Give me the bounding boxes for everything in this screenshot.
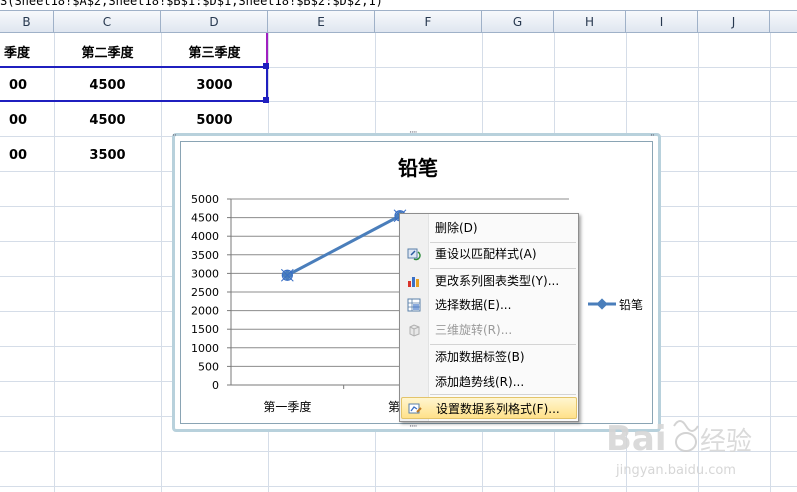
chart-title[interactable]: 铅笔 [398,156,438,180]
column-header-f[interactable]: F [375,11,482,33]
menu-item-format-data-series[interactable]: 设置数据系列格式(F)... [401,397,577,419]
menu-item-label: 添加数据标签(B) [435,350,525,364]
menu-item-change-chart-type[interactable]: 更改系列图表类型(Y)... [401,270,577,292]
menu-separator [430,268,576,269]
legend[interactable]: 铅笔 [588,297,643,312]
3d-rotation-icon [409,324,420,337]
y-tick-label: 5000 [191,193,219,206]
x-tick-label: 第一季度 [263,399,311,414]
series-name-selection [266,33,268,66]
formula-bar[interactable]: S(Sheet18!$A$2,Sheet18!$B$1:$D$1,Sheet18… [0,0,797,11]
column-header-d[interactable]: D [161,11,268,33]
formula-text: S(Sheet18!$A$2,Sheet18!$B$1:$D$1,Sheet18… [0,0,383,8]
cell-d3[interactable]: 5000 [161,113,268,128]
menu-item-delete[interactable]: 删除(D) [401,217,577,239]
menu-separator [430,394,576,395]
reset-style-icon [407,248,421,261]
y-tick-label: 3000 [191,267,219,280]
cell-c2[interactable]: 4500 [54,78,161,93]
selection-handle[interactable] [263,63,269,69]
column-header-c[interactable]: C [54,11,161,33]
context-menu: 删除(D) 重设以匹配样式(A) 更改系列图表类型(Y)... 选择数据(E).… [399,213,579,422]
watermark-url: jingyan.baidu.com [615,463,736,478]
cell-d1[interactable]: 第三季度 [161,42,268,61]
y-tick-label: 4500 [191,212,219,225]
y-tick-label: 500 [198,360,219,373]
menu-item-reset-style[interactable]: 重设以匹配样式(A) [401,243,577,265]
cell-b2[interactable]: 00 [0,78,36,93]
menu-item-add-trendline[interactable]: 添加趋势线(R)... [401,371,577,393]
y-tick-label: 1500 [191,323,219,336]
selection-border-bottom [0,100,266,102]
menu-separator [430,344,576,345]
legend-marker [596,298,608,310]
y-tick-label: 3500 [191,249,219,262]
y-tick-label: 0 [212,379,219,392]
format-series-icon [408,403,422,414]
column-header-k[interactable] [770,11,797,33]
grid-line [0,486,797,487]
watermark-brand-2: 经验 [700,427,752,457]
menu-item-label: 三维旋转(R)... [435,323,513,337]
menu-item-label: 删除(D) [435,221,478,235]
menu-item-label: 添加趋势线(R)... [435,375,525,389]
chart-type-icon [408,277,419,287]
spreadsheet: S(Sheet18!$A$2,Sheet18!$B$1:$D$1,Sheet18… [0,0,797,492]
column-header-i[interactable]: I [626,11,698,33]
series-line [286,214,401,277]
y-tick-label: 2500 [191,286,219,299]
menu-item-label: 选择数据(E)... [435,298,512,312]
cell-b4[interactable]: 00 [0,148,36,163]
menu-item-3d-rotation[interactable]: 三维旋转(R)... [401,319,577,341]
column-header-j[interactable]: J [698,11,770,33]
cell-c4[interactable]: 3500 [54,148,161,163]
menu-item-add-data-labels[interactable]: 添加数据标签(B) [401,346,577,368]
menu-item-label: 设置数据系列格式(F)... [436,402,560,416]
menu-item-select-data[interactable]: 选择数据(E)... [401,294,577,316]
menu-item-label: 更改系列图表类型(Y)... [435,274,560,288]
baidu-watermark: Bai 经验 jingyan.baidu.com [606,419,752,478]
select-data-icon [407,298,421,312]
column-header-h[interactable]: H [554,11,626,33]
y-tick-label: 2000 [191,305,219,318]
column-header-g[interactable]: G [482,11,554,33]
column-header-b[interactable]: B [0,11,54,33]
column-header-e[interactable]: E [268,11,375,33]
watermark-brand: Bai [606,419,667,459]
menu-item-label: 重设以匹配样式(A) [435,247,537,261]
y-tick-label: 1000 [191,342,219,355]
cell-b1[interactable]: 季度 [0,42,34,61]
paw-icon [673,420,699,432]
selection-handle[interactable] [263,97,269,103]
y-tick-label: 4000 [191,230,219,243]
legend-label: 铅笔 [619,297,643,312]
cell-d2[interactable]: 3000 [161,78,268,93]
selection-border-top [0,66,266,68]
cell-c3[interactable]: 4500 [54,113,161,128]
cell-b3[interactable]: 00 [0,113,36,128]
cell-c1[interactable]: 第二季度 [54,42,161,61]
